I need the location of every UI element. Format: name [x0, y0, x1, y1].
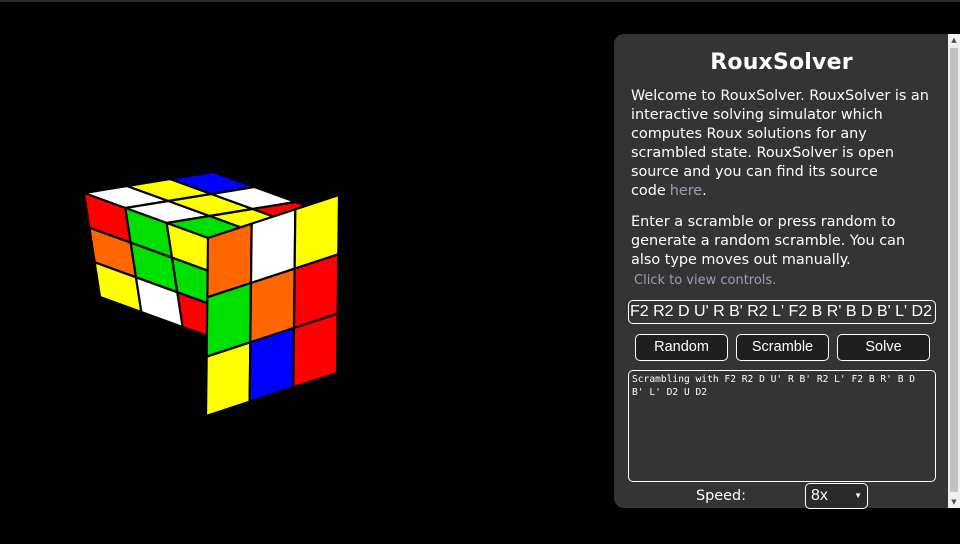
- cube-viewport[interactable]: [0, 0, 610, 540]
- solve-button[interactable]: Solve: [837, 334, 930, 361]
- output-log[interactable]: Scrambling with F2 R2 D U' R B' R2 L' F2…: [628, 370, 936, 482]
- instructions-text: Enter a scramble or press random to gene…: [631, 214, 906, 268]
- panel-scrollbar[interactable]: ▲ ▼: [948, 34, 960, 508]
- random-button[interactable]: Random: [635, 334, 728, 361]
- view-controls-link[interactable]: Click to view controls.: [634, 273, 932, 288]
- action-buttons: Random Scramble Solve: [635, 334, 932, 361]
- rubiks-cube[interactable]: [0, 0, 610, 540]
- chevron-down-icon: ▼: [854, 491, 862, 500]
- scroll-down-icon[interactable]: ▼: [948, 496, 960, 508]
- scroll-up-icon[interactable]: ▲: [948, 34, 960, 46]
- speed-select[interactable]: 8x ▼: [805, 483, 868, 509]
- speed-label: Speed:: [696, 488, 746, 504]
- intro-text: Welcome to RouxSolver. RouxSolver is an …: [631, 87, 932, 201]
- app-title: RouxSolver: [710, 50, 853, 75]
- scramble-button[interactable]: Scramble: [736, 334, 829, 361]
- side-panel: RouxSolver Welcome to RouxSolver. RouxSo…: [614, 34, 948, 509]
- source-code-link[interactable]: here: [670, 183, 702, 199]
- scrollbar-thumb[interactable]: [950, 48, 958, 492]
- intro-period: .: [702, 183, 707, 199]
- speed-value: 8x: [811, 487, 828, 504]
- scramble-input[interactable]: F2 R2 D U' R B' R2 L' F2 B R' B D B' L' …: [628, 300, 936, 324]
